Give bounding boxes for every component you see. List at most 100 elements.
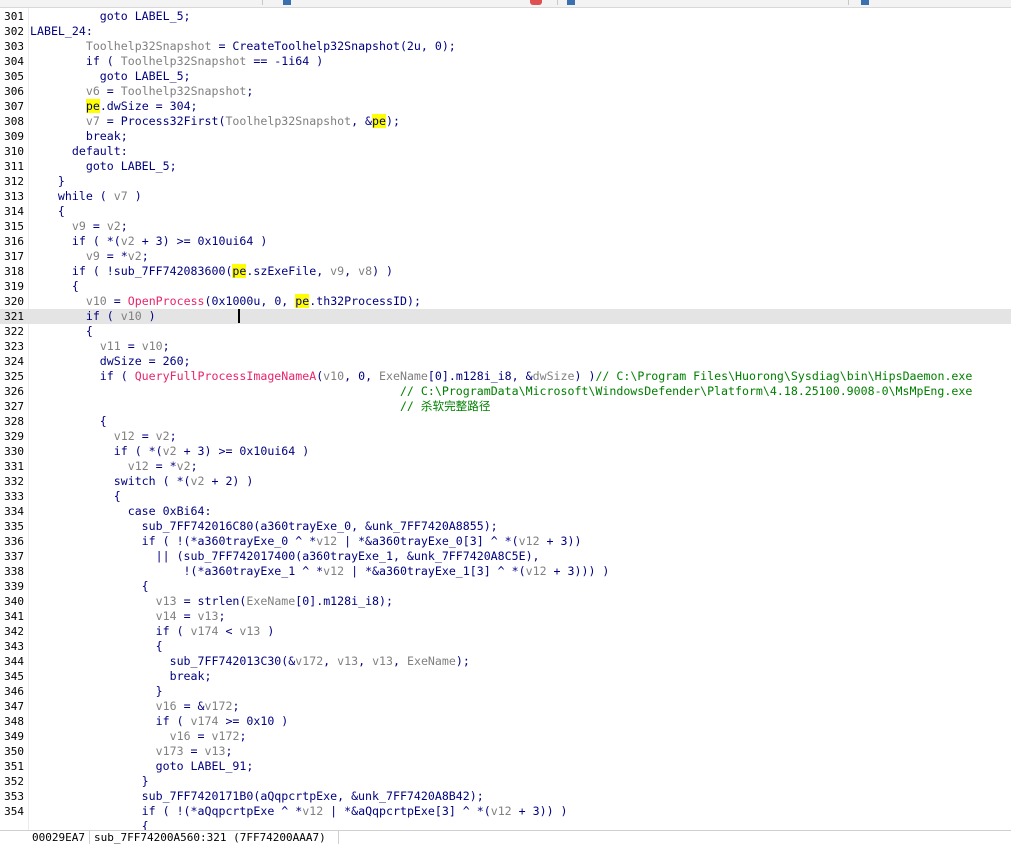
code-line[interactable]: 303 Toolhelp32Snapshot = CreateToolhelp3… — [0, 39, 1011, 54]
code-line[interactable]: 350 v173 = v13; — [0, 744, 1011, 759]
line-number: 326 — [4, 385, 24, 398]
code-line[interactable]: 331 v12 = *v2; — [0, 459, 1011, 474]
code-line[interactable]: 326 // C:\ProgramData\Microsoft\WindowsD… — [0, 384, 1011, 399]
code-line[interactable]: 335 sub_7FF742016C80(a360trayExe_0, &unk… — [0, 519, 1011, 534]
line-number: 323 — [4, 340, 24, 353]
code-token: { — [30, 489, 121, 503]
code-line[interactable]: 330 if ( *(v2 + 3) >= 0x10ui64 ) — [0, 444, 1011, 459]
code-line[interactable]: 346 } — [0, 684, 1011, 699]
code-line[interactable]: 301 goto LABEL_5; — [0, 9, 1011, 24]
code-text: if ( QueryFullProcessImageNameA(v10, 0, … — [30, 369, 973, 384]
code-token: if ( — [30, 714, 191, 728]
code-line[interactable]: { — [0, 819, 1011, 830]
code-line[interactable]: 328 { — [0, 414, 1011, 429]
code-variable: v8 — [358, 264, 373, 278]
code-token: { — [30, 324, 93, 338]
code-line[interactable]: 319 { — [0, 279, 1011, 294]
code-line[interactable]: 344 sub_7FF742013C30(&v172, v13, v13, Ex… — [0, 654, 1011, 669]
code-line[interactable]: 341 v14 = v13; — [0, 609, 1011, 624]
line-number: 353 — [4, 790, 24, 803]
code-line[interactable]: 320 v10 = OpenProcess(0x1000u, 0, pe.th3… — [0, 294, 1011, 309]
line-number: 307 — [4, 100, 24, 113]
code-variable: v13 — [197, 609, 219, 623]
code-line[interactable]: 349 v16 = v172; — [0, 729, 1011, 744]
code-api-call: OpenProcess — [127, 294, 205, 308]
code-token: ); — [386, 114, 400, 128]
close-icon[interactable] — [530, 0, 542, 5]
code-line[interactable]: 338 !(*a360trayExe_1 ^ *v12 | *&a360tray… — [0, 564, 1011, 579]
code-line[interactable]: 353 sub_7FF7420171B0(aQqpcrtpExe, &unk_7… — [0, 789, 1011, 804]
code-line[interactable]: 337 || (sub_7FF742017400(a360trayExe_1, … — [0, 549, 1011, 564]
code-line[interactable]: 314 { — [0, 204, 1011, 219]
code-line[interactable]: 333 { — [0, 489, 1011, 504]
code-line[interactable]: 343 { — [0, 639, 1011, 654]
tab-icon[interactable] — [861, 0, 869, 5]
code-line[interactable]: 315 v9 = v2; — [0, 219, 1011, 234]
code-text: sub_7FF742013C30(&v172, v13, v13, ExeNam… — [30, 654, 470, 669]
code-line[interactable]: 313 while ( v7 ) — [0, 189, 1011, 204]
code-line[interactable]: 347 v16 = &v172; — [0, 699, 1011, 714]
code-text: { — [30, 324, 93, 339]
code-line[interactable]: 316 if ( *(v2 + 3) >= 0x10ui64 ) — [0, 234, 1011, 249]
code-line[interactable]: 327 // 杀软完整路径 — [0, 399, 1011, 414]
code-token: , — [323, 654, 338, 668]
tab-icon[interactable] — [567, 0, 575, 5]
code-line[interactable]: 304 if ( Toolhelp32Snapshot == -1i64 ) — [0, 54, 1011, 69]
code-line[interactable]: 336 if ( !(*a360trayExe_0 ^ *v12 | *&a36… — [0, 534, 1011, 549]
code-line[interactable]: 329 v12 = v2; — [0, 429, 1011, 444]
line-number: 325 — [4, 370, 24, 383]
code-text: case 0xBi64: — [30, 504, 212, 519]
code-text: !(*a360trayExe_1 ^ *v12 | *&a360trayExe_… — [30, 564, 610, 579]
code-token: ; — [218, 609, 226, 623]
code-line[interactable]: 325 if ( QueryFullProcessImageNameA(v10,… — [0, 369, 1011, 384]
code-line[interactable]: 342 if ( v174 < v13 ) — [0, 624, 1011, 639]
code-line[interactable]: 348 if ( v174 >= 0x10 ) — [0, 714, 1011, 729]
code-line[interactable]: 324 dwSize = 260; — [0, 354, 1011, 369]
code-text: if ( !sub_7FF742083600(pe.szExeFile, v9,… — [30, 264, 393, 279]
code-line[interactable]: 340 v13 = strlen(ExeName[0].m128i_i8); — [0, 594, 1011, 609]
code-text: || (sub_7FF742017400(a360trayExe_1, &unk… — [30, 549, 540, 564]
code-line[interactable]: 317 v9 = *v2; — [0, 249, 1011, 264]
code-token: = — [183, 744, 205, 758]
code-variable: v13 — [239, 624, 261, 638]
line-number: 329 — [4, 430, 24, 443]
code-line[interactable]: 307 pe.dwSize = 304; — [0, 99, 1011, 114]
code-variable: v13 — [372, 654, 394, 668]
code-token: if ( !(*a360trayExe_0 ^ * — [30, 534, 317, 548]
line-number: 318 — [4, 265, 24, 278]
code-line[interactable]: 309 break; — [0, 129, 1011, 144]
code-line[interactable]: 339 { — [0, 579, 1011, 594]
highlighted-identifier: pe — [85, 99, 100, 113]
line-number: 321 — [4, 310, 24, 323]
line-number: 311 — [4, 160, 24, 173]
line-number: 351 — [4, 760, 24, 773]
code-variable: v12 — [113, 429, 135, 443]
code-token: if ( — [30, 54, 121, 68]
code-line[interactable]: 323 v11 = v10; — [0, 339, 1011, 354]
code-token: == -1i64 ) — [246, 54, 324, 68]
code-line[interactable]: 332 switch ( *(v2 + 2) ) — [0, 474, 1011, 489]
code-line[interactable]: 312 } — [0, 174, 1011, 189]
code-variable: v2 — [120, 234, 135, 248]
line-number: 343 — [4, 640, 24, 653]
code-line[interactable]: 311 goto LABEL_5; — [0, 159, 1011, 174]
code-line[interactable]: 318 if ( !sub_7FF742083600(pe.szExeFile,… — [0, 264, 1011, 279]
code-line[interactable]: 354 if ( !(*aQqpcrtpExe ^ *v12 | *&aQqpc… — [0, 804, 1011, 819]
code-line[interactable]: 322 { — [0, 324, 1011, 339]
code-line[interactable]: 352 } — [0, 774, 1011, 789]
code-variable: v12 — [518, 534, 540, 548]
line-number: 302 — [4, 25, 24, 38]
code-line[interactable]: 345 break; — [0, 669, 1011, 684]
code-line[interactable]: 321 if ( v10 ) — [0, 309, 1011, 324]
code-line[interactable]: 302 LABEL_24: — [0, 24, 1011, 39]
code-line[interactable]: 334 case 0xBi64: — [0, 504, 1011, 519]
code-line[interactable]: 351 goto LABEL_91; — [0, 759, 1011, 774]
code-line[interactable]: 310 default: — [0, 144, 1011, 159]
tab-icon[interactable] — [283, 0, 291, 5]
code-line[interactable]: 306 v6 = Toolhelp32Snapshot; — [0, 84, 1011, 99]
code-line[interactable]: 305 goto LABEL_5; — [0, 69, 1011, 84]
code-line[interactable]: 308 v7 = Process32First(Toolhelp32Snapsh… — [0, 114, 1011, 129]
pseudocode-view[interactable]: 301 goto LABEL_5; 302 LABEL_24: 303 Toolhel… — [0, 8, 1011, 830]
